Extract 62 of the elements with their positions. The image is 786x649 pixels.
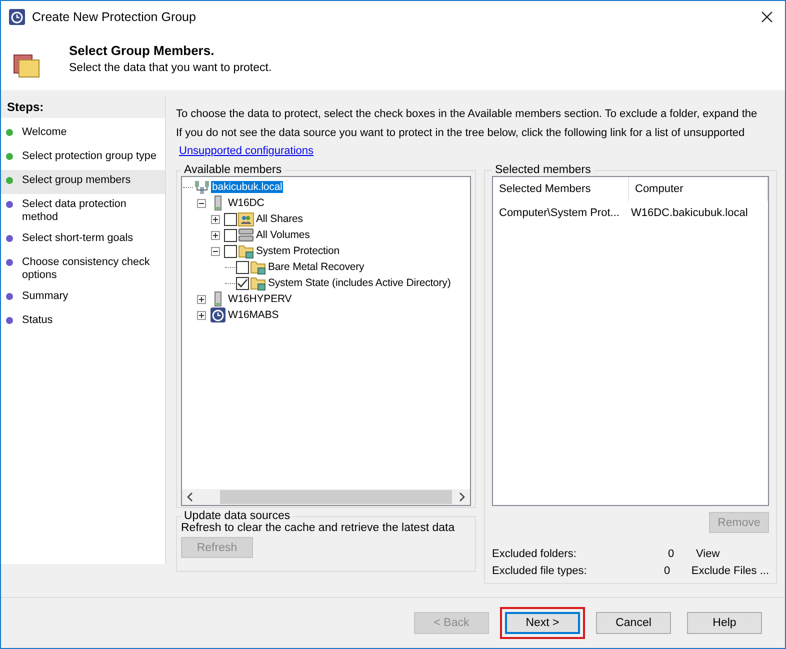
column-header[interactable]: Selected Members xyxy=(493,177,629,201)
network-icon xyxy=(194,179,210,195)
table-cell-text: Computer\System Prot... xyxy=(498,207,620,219)
instruction-text: To choose the data to protect, select the check boxes in the Available members section. To exclude a folder, expand the xyxy=(176,107,758,122)
wizard-button[interactable]: Next > xyxy=(505,612,580,634)
tree-item[interactable]: W16MABS xyxy=(227,309,280,321)
checkbox[interactable] xyxy=(224,212,237,226)
tree-item[interactable]: W16DC xyxy=(227,197,266,209)
tree-item[interactable]: W16HYPERV xyxy=(227,293,293,305)
window-title: Create New Protection Group xyxy=(32,10,197,24)
excluded-label: Excluded folders: xyxy=(492,548,578,560)
checkbox[interactable] xyxy=(224,228,237,242)
page-title: Select Group Members. xyxy=(69,42,216,58)
step-item[interactable]: Select protection group type xyxy=(1,146,165,170)
tree-item[interactable]: All Shares xyxy=(255,213,304,225)
tree-item[interactable]: System Protection xyxy=(255,245,340,257)
folder-icon xyxy=(250,259,266,275)
group-label: Update data sources xyxy=(183,510,292,522)
expander-icon[interactable] xyxy=(211,230,220,240)
step-item[interactable]: Status xyxy=(1,310,165,334)
drives-icon xyxy=(238,227,254,243)
expander-icon[interactable] xyxy=(197,294,206,304)
horizontal-scrollbar[interactable] xyxy=(182,489,470,505)
group-label: Selected members xyxy=(494,164,592,176)
table-cell-text: W16DC.bakicubuk.local xyxy=(630,207,749,219)
step-item[interactable]: Select data protection method xyxy=(1,194,165,228)
expander-icon[interactable] xyxy=(211,214,220,224)
refresh-hint: Refresh to clear the cache and retrieve the latest data xyxy=(181,522,455,534)
close-icon[interactable] xyxy=(761,10,773,22)
step-item[interactable]: Welcome xyxy=(1,122,165,146)
checkbox[interactable] xyxy=(236,276,249,290)
tree-item[interactable]: bakicubuk.local xyxy=(211,181,284,193)
step-item[interactable]: Summary xyxy=(1,286,165,310)
tree-item[interactable]: All Volumes xyxy=(255,229,311,241)
expander-icon[interactable] xyxy=(211,246,220,256)
excluded-label: Excluded file types: xyxy=(492,564,588,576)
wizard-button[interactable]: Help xyxy=(687,612,762,634)
users-icon xyxy=(238,211,254,227)
instruction-text: If you do not see the data source you want to protect in the tree below, click the following link for a list of unsupported xyxy=(176,126,746,141)
excluded-action[interactable]: View xyxy=(696,548,720,560)
excluded-count: 0 xyxy=(664,564,672,576)
step-item[interactable]: Select group members xyxy=(1,170,165,194)
folder-icon xyxy=(238,243,254,259)
page-subtitle: Select the data that you want to protect. xyxy=(69,62,272,74)
checkbox[interactable] xyxy=(236,260,249,274)
excluded-count: 0 xyxy=(668,548,676,560)
tree-item[interactable]: System State (includes Active Directory) xyxy=(267,277,452,289)
step-item[interactable]: Select short-term goals xyxy=(1,228,165,252)
unsupported-link[interactable]: Unsupported configurations xyxy=(179,143,314,160)
checkbox[interactable] xyxy=(224,244,237,258)
expander-icon[interactable] xyxy=(197,310,206,320)
expander-icon[interactable] xyxy=(197,198,206,208)
folder-icon xyxy=(250,275,266,291)
excluded-action[interactable]: Exclude Files ... xyxy=(691,564,769,576)
clock-icon xyxy=(9,8,25,24)
step-item[interactable]: Choose consistency check options xyxy=(1,252,165,286)
group-label: Available members xyxy=(183,164,283,176)
column-header[interactable]: Computer xyxy=(629,177,768,201)
clock-icon xyxy=(210,307,226,323)
wizard-button[interactable]: Cancel xyxy=(596,612,671,634)
steps-title: Steps: xyxy=(1,96,165,118)
tree-item[interactable]: Bare Metal Recovery xyxy=(267,261,366,273)
